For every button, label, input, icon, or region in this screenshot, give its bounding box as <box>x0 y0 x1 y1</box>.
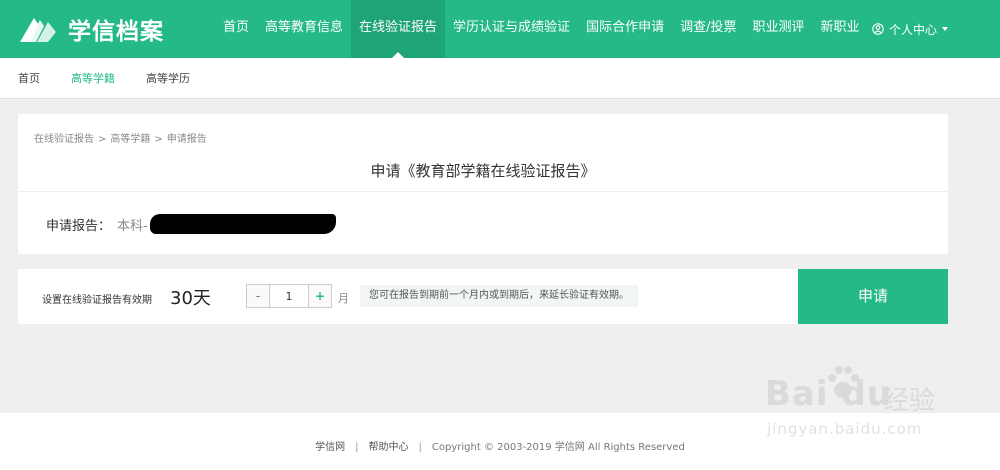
apply-button[interactable]: 申请 <box>798 269 948 324</box>
redaction-mark <box>149 214 336 234</box>
validity-label: 设置在线验证报告有效期 <box>42 295 152 306</box>
brand-name: 学信档案 <box>68 19 164 45</box>
validity-card: 设置在线验证报告有效期 30天 - + 月 您可在报告到期前一个月内或到期后，来… <box>18 269 948 324</box>
breadcrumb: 在线验证报告 > 高等学籍 > 申请报告 <box>34 130 207 145</box>
user-icon <box>872 23 884 35</box>
nav-item-survey-vote[interactable]: 调查/投票 <box>672 0 744 58</box>
main-nav: 首页 高等教育信息 在线验证报告 学历认证与成绩验证 国际合作申请 调查/投票 … <box>215 0 868 58</box>
subnav-item-academic-degree[interactable]: 高等学历 <box>146 70 190 86</box>
increment-button[interactable]: + <box>308 284 332 308</box>
watermark-cn-text: 经验 <box>883 386 936 416</box>
user-center-label: 个人中心 <box>889 22 938 37</box>
nav-item-higher-education-info[interactable]: 高等教育信息 <box>257 0 351 58</box>
breadcrumb-item-apply-report: 申请报告 <box>166 134 207 145</box>
report-label: 申请报告： <box>46 218 112 234</box>
page-title: 申请《教育部学籍在线验证报告》 <box>370 162 596 180</box>
footer-separator: | <box>418 442 422 453</box>
breadcrumb-item-student-status[interactable]: 高等学籍 <box>110 134 150 145</box>
breadcrumb-separator: > <box>154 134 163 145</box>
months-stepper: - + <box>246 284 332 308</box>
divider <box>18 191 948 192</box>
nav-item-career-assessment[interactable]: 职业测评 <box>744 0 812 58</box>
book-logo-icon <box>20 18 56 42</box>
nav-item-international-cooperation[interactable]: 国际合作申请 <box>578 0 672 58</box>
footer-link-help-center[interactable]: 帮助中心 <box>369 442 409 453</box>
validity-tip: 您可在报告到期前一个月内或到期后，来延长验证有效期。 <box>360 285 638 307</box>
report-value: 本科- <box>117 218 148 234</box>
report-row: 申请报告： 本科- <box>46 214 336 234</box>
nav-item-online-verification-report[interactable]: 在线验证报告 <box>351 0 446 58</box>
validity-days: 30天 <box>170 288 211 309</box>
months-unit: 月 <box>338 292 349 305</box>
subnav-item-home[interactable]: 首页 <box>18 70 40 86</box>
subnav-item-student-status[interactable]: 高等学籍 <box>71 70 115 86</box>
watermark-url: jingyan.baidu.com <box>767 420 923 438</box>
copyright-text: Copyright © 2003-2019 学信网 All Rights Res… <box>431 442 685 453</box>
user-center-menu[interactable]: 个人中心 <box>872 0 949 58</box>
watermark-logo-text: Bai du <box>765 374 892 414</box>
chevron-down-icon <box>942 27 949 31</box>
top-navbar: 学信档案 首页 高等教育信息 在线验证报告 学历认证与成绩验证 国际合作申请 调… <box>0 0 1000 58</box>
apply-report-card: 在线验证报告 > 高等学籍 > 申请报告 申请《教育部学籍在线验证报告》 申请报告： 本… <box>18 114 948 254</box>
footer-link-xuexin[interactable]: 学信网 <box>315 442 345 453</box>
nav-item-degree-certification[interactable]: 学历认证与成绩验证 <box>445 0 578 58</box>
sub-nav: 首页 高等学籍 高等学历 <box>0 58 1000 99</box>
nav-item-home[interactable]: 首页 <box>215 0 257 58</box>
baidu-jingyan-watermark: Bai du 经验 jingyan.baidu.com <box>765 362 980 452</box>
nav-item-new-careers[interactable]: 新职业 <box>812 0 867 58</box>
footer-separator: | <box>355 442 359 453</box>
breadcrumb-separator: > <box>98 134 107 145</box>
months-input[interactable] <box>270 284 308 308</box>
breadcrumb-item-verification-report[interactable]: 在线验证报告 <box>34 134 94 145</box>
decrement-button[interactable]: - <box>246 284 270 308</box>
brand-logo[interactable]: 学信档案 <box>18 12 164 46</box>
